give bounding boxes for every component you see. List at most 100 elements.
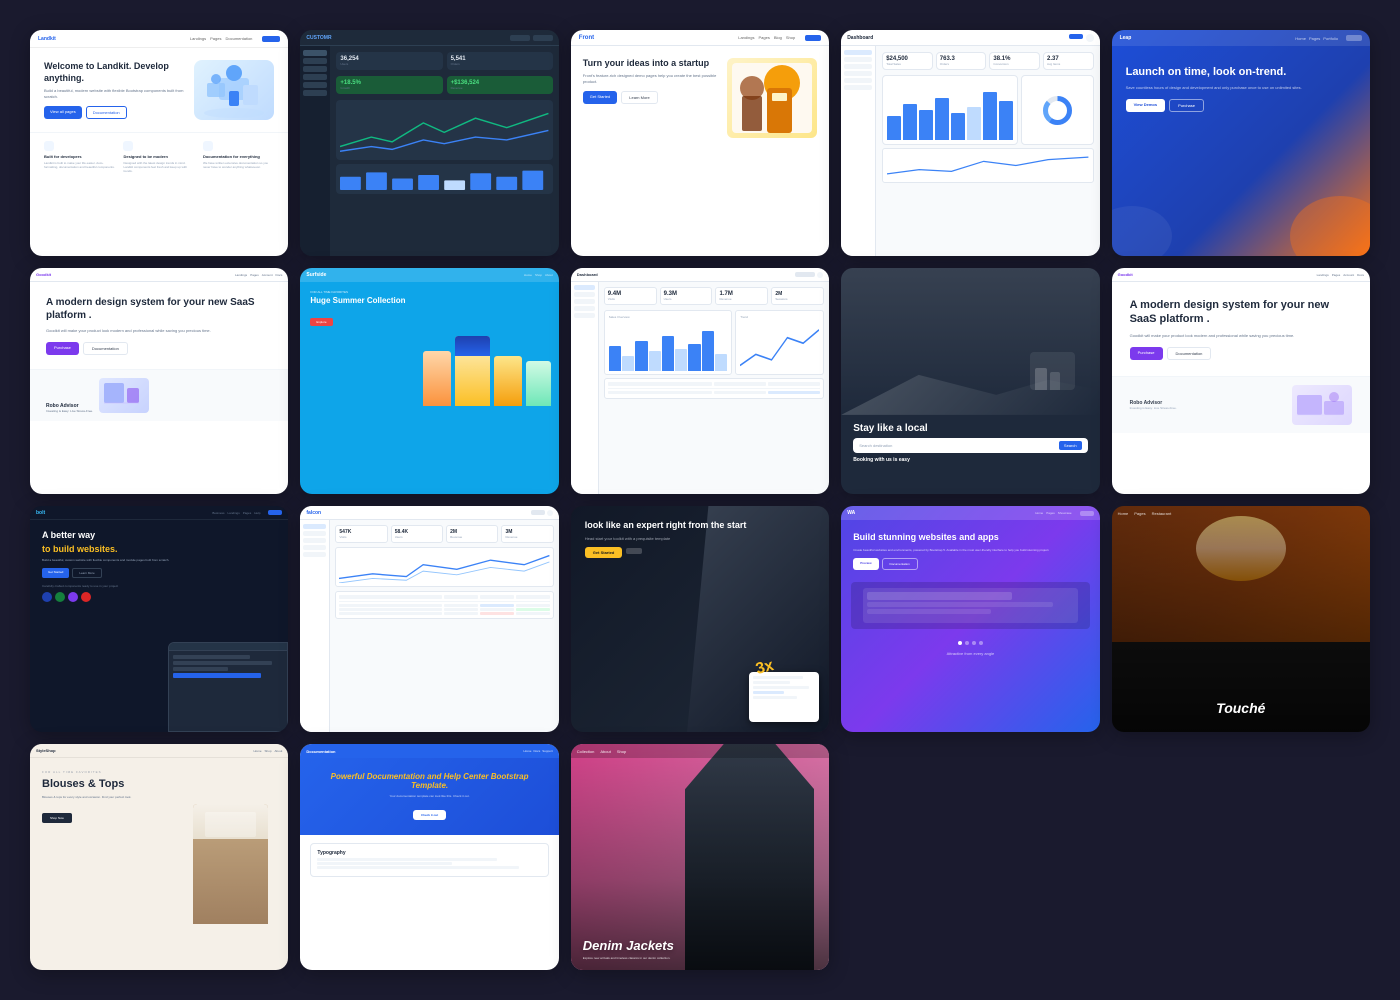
goodkit-lg-navbar: Goodkit Landings Pages Account Docs — [1112, 268, 1370, 282]
summer-btn[interactable]: Explore — [310, 318, 332, 326]
bolt-navbar: bolt Business Landings Pages Help — [30, 506, 288, 520]
stat-card: +18.5% Growth — [336, 76, 442, 94]
stat-label: Users — [395, 535, 439, 539]
stat-lbl: Users — [664, 297, 709, 301]
goodkit-desc: Goodkit will make your product look mode… — [46, 328, 272, 334]
kpi-card: 763.3 Orders — [936, 52, 987, 70]
analytics-content: 36,254 Users 5,541 Orders +18.5% Growth — [300, 46, 558, 256]
front-hero-content: Turn your ideas into a startup Front's f… — [583, 58, 719, 138]
goodkit-lg-purchase[interactable]: Purchase — [1130, 347, 1163, 360]
card-local[interactable]: Stay like a local Search destination Sea… — [841, 268, 1099, 494]
card-analytics-dark[interactable]: CUSTOMR 36,254 — [300, 30, 558, 256]
feature-icon — [123, 141, 133, 151]
card-wa[interactable]: WA Home Pages Showcase Build stunning we… — [841, 506, 1099, 732]
card-front[interactable]: Front Landings Pages Blog Shop Turn your… — [571, 30, 829, 256]
learn-more-btn[interactable]: Learn More — [621, 91, 657, 104]
sidebar-link[interactable] — [844, 50, 872, 55]
local-title: Stay like a local — [853, 423, 1087, 434]
expert-desc: Head start your toolkit with a prequisit… — [585, 536, 815, 541]
summer-navbar: Surfside Home Shop About — [300, 268, 558, 282]
nav-link: Pages — [210, 36, 221, 41]
wa-docs-btn[interactable]: Documentation — [882, 558, 918, 570]
sidebar-link[interactable] — [844, 64, 872, 69]
leap-purchase[interactable]: Purchase — [1169, 99, 1204, 112]
card-falcon[interactable]: falcon 547K — [300, 506, 558, 732]
dot — [972, 641, 976, 645]
leap-view-demos[interactable]: View Demos — [1126, 99, 1166, 112]
card-blouses[interactable]: StyleShop Home Shop About FOR ALL TIME F… — [30, 744, 288, 970]
stat-card: 36,254 Users — [336, 52, 442, 70]
analytics2-charts: Sales Overview — [604, 310, 824, 375]
card-goodkit[interactable]: Goodkit Landings Pages Account Docs A mo… — [30, 268, 288, 494]
feature-desc: We have written extensive documentation … — [203, 161, 274, 169]
analytics-sidebar — [300, 46, 330, 256]
expert-title: look like an expert right from the start — [585, 520, 815, 532]
docs-cta-btn[interactable]: Check it out — [413, 810, 446, 820]
feature-icon — [203, 141, 213, 151]
view-all-btn[interactable]: View all pages — [44, 106, 82, 119]
bolt-logo: bolt — [36, 510, 45, 516]
falcon-main: 547K Visits 58.4K Users 2M Revenue 3M — [330, 520, 558, 732]
goodkit-btns: Purchase Documentation — [46, 342, 272, 355]
booking-text: Booking with us is easy — [853, 457, 1087, 463]
local-search-bar[interactable]: Search destination Search — [853, 438, 1087, 453]
dot — [958, 641, 962, 645]
card-expert[interactable]: look like an expert right from the start… — [571, 506, 829, 732]
docs-hero-title: Powerful Documentation and Help Center B… — [312, 772, 546, 790]
hero-buttons: View all pages Documentation — [44, 106, 186, 119]
docs-btn[interactable]: Documentation — [86, 106, 127, 119]
goodkit-navbar: Goodkit Landings Pages Account Docs — [30, 268, 288, 282]
wa-navbar: WA Home Pages Showcase — [841, 506, 1099, 520]
card-landkit[interactable]: Landkit Landings Pages Documentation Wel… — [30, 30, 288, 256]
get-started-btn[interactable]: Get Started — [583, 91, 617, 104]
bolt-get-started[interactable]: Get Started — [42, 568, 69, 578]
doc-card: Typography — [310, 843, 548, 877]
goodkit-purchase-btn[interactable]: Purchase — [46, 342, 79, 355]
card-bolt[interactable]: bolt Business Landings Pages Help A bett… — [30, 506, 288, 732]
card-touche[interactable]: Home Pages Restaurant Touché — [1112, 506, 1370, 732]
falcon-line-chart — [335, 547, 553, 587]
sidebar-link[interactable] — [844, 71, 872, 76]
card-summer[interactable]: Surfside Home Shop About FOR ALL TIME FA… — [300, 268, 558, 494]
hero-illustration — [194, 60, 274, 120]
sidebar-link[interactable] — [844, 85, 872, 90]
bar-chart — [882, 75, 1018, 145]
kpi-card: $24,500 Total Sales — [882, 52, 933, 70]
front-title: Turn your ideas into a startup — [583, 58, 719, 69]
local-search-btn[interactable]: Search — [1059, 441, 1082, 450]
card-docs[interactable]: Documentation Home Docs Support Powerful… — [300, 744, 558, 970]
stat-label: Revenue — [450, 535, 494, 539]
wa-dots — [841, 635, 1099, 651]
feature-title: Designed to be modern — [123, 154, 194, 159]
leap-desc: Save countless hours of design and devel… — [1126, 85, 1356, 91]
screenshot-grid: Landkit Landings Pages Documentation Wel… — [0, 0, 1400, 1000]
goodkit-docs-btn[interactable]: Documentation — [83, 342, 128, 355]
bolt-learn-more[interactable]: Learn More — [72, 568, 101, 578]
feature-list: Built for developers Landkit is built to… — [30, 132, 288, 182]
goodkit-title: A modern design system for your new SaaS… — [46, 296, 272, 322]
expert-get-started[interactable]: Get Started — [585, 547, 623, 558]
sidebar-link[interactable] — [844, 78, 872, 83]
dashboard-content: $24,500 Total Sales 763.3 Orders 38.1% C… — [841, 46, 1099, 256]
local-hero-image — [841, 268, 1099, 415]
goodkit-lg-title: A modern design system for your new SaaS… — [1130, 298, 1352, 327]
card-dashboard-blue[interactable]: Dashboard $24,5 — [841, 30, 1099, 256]
card-denim[interactable]: Collection About Shop Denim Jackets Expl… — [571, 744, 829, 970]
card-analytics2[interactable]: Dashboard 9.4M — [571, 268, 829, 494]
sidebar-link[interactable] — [844, 57, 872, 62]
local-search-placeholder: Search destination — [859, 443, 1055, 448]
touche-title: Touché — [1124, 700, 1358, 716]
card-goodkit-large[interactable]: Goodkit Landings Pages Account Docs A mo… — [1112, 268, 1370, 494]
card-leap[interactable]: Leap Home Pages Portfolio Launch on time… — [1112, 30, 1370, 256]
falcon-stats: 547K Visits 58.4K Users 2M Revenue 3M — [335, 525, 553, 543]
goodkit-lg-docs[interactable]: Documentation — [1167, 347, 1212, 360]
wa-preview-btn[interactable]: Preview — [853, 558, 878, 570]
blouses-shop-btn[interactable]: Shop Now — [42, 813, 72, 823]
docs-highlight: Documentation — [367, 772, 425, 781]
hero-desc: Build a beautiful, modern website with f… — [44, 88, 186, 100]
bolt-desc: Build a beautiful, custom website with f… — [42, 558, 276, 563]
touche-navbar: Home Pages Restaurant — [1112, 506, 1370, 520]
docs-content: Typography — [300, 835, 558, 889]
analytics2-stats: 9.4M Visits 9.3M Users 1.7M Revenue 2M — [604, 287, 824, 305]
front-navbar: Front Landings Pages Blog Shop — [571, 30, 829, 46]
